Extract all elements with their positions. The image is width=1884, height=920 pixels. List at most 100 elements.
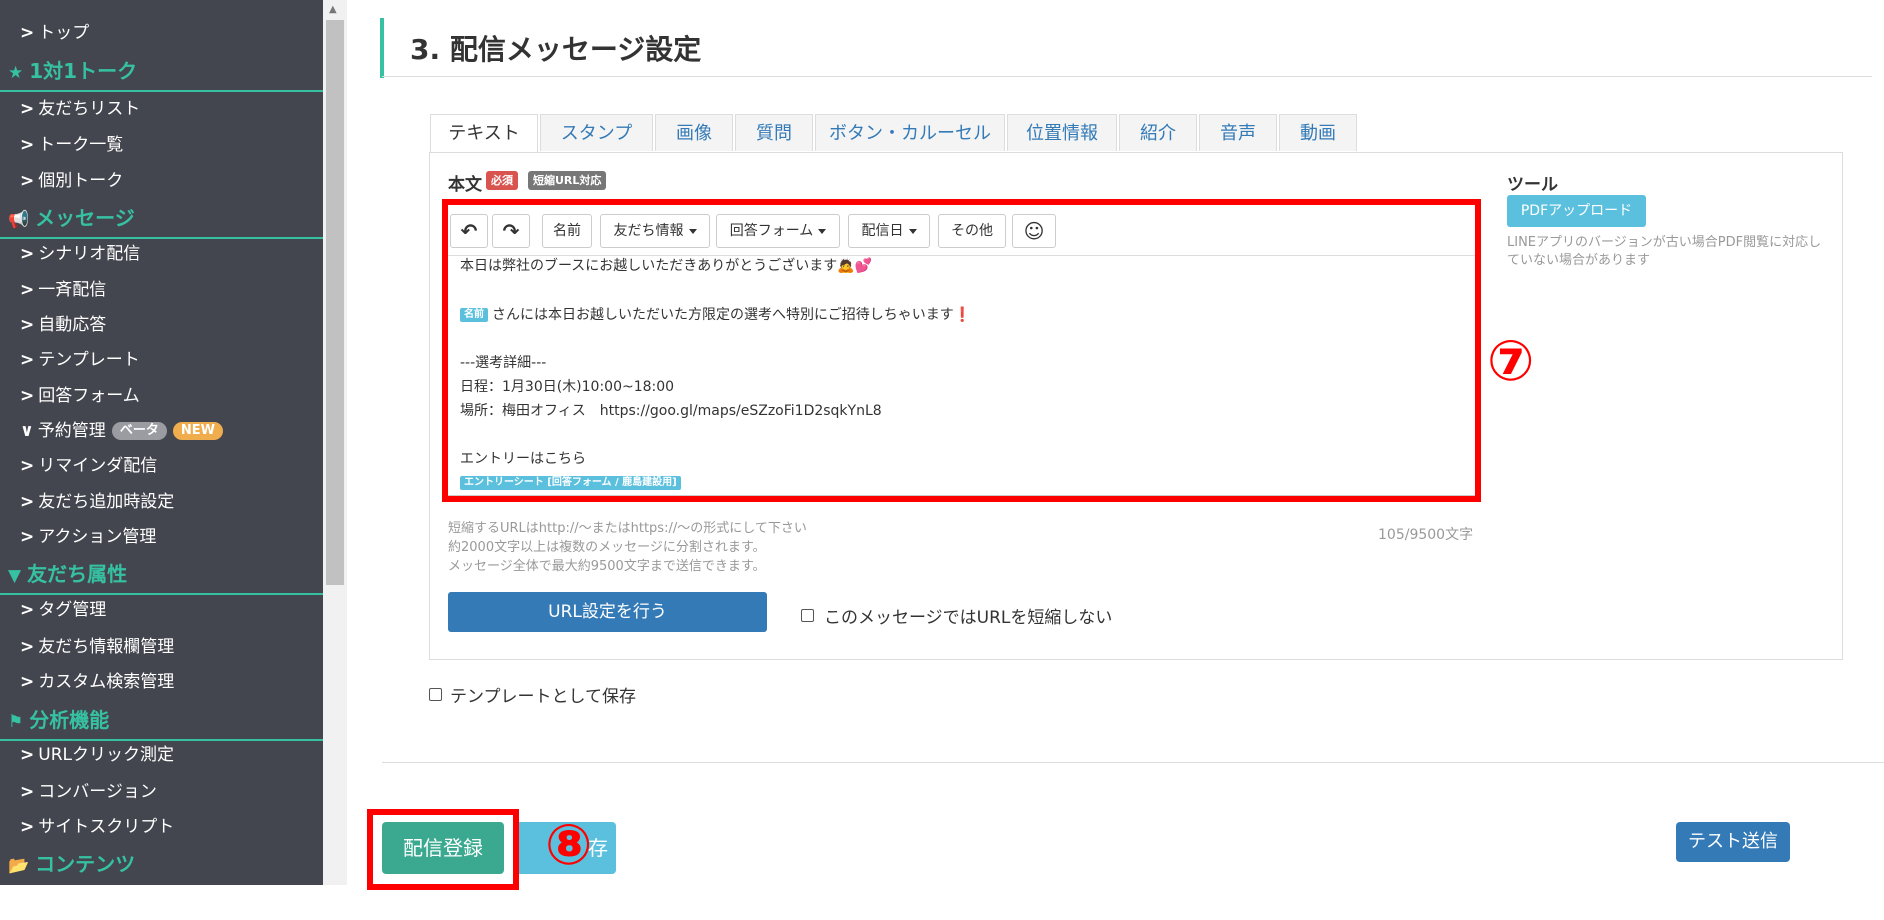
chevron-down-icon: ∨ (20, 421, 34, 441)
sidebar-item-6[interactable]: > シナリオ配信 (20, 243, 140, 265)
chevron-right-icon: > (20, 492, 35, 512)
chevron-right-icon: > (20, 456, 35, 476)
chevron-right-icon: > (20, 782, 35, 802)
sidebar-item-16[interactable]: > タグ管理 (20, 599, 106, 621)
sidebar-section-label: 友だち属性 (27, 562, 128, 586)
hint-line: 約2000文字以上は複数のメッセージに分割されます。 (448, 540, 766, 555)
sidebar-item-4[interactable]: > 個別トーク (20, 170, 123, 192)
sidebar-item-label: トーク一覧 (38, 135, 124, 155)
sidebar-section-divider (0, 90, 323, 92)
sidebar-item-label: アクション管理 (38, 527, 157, 547)
chevron-right-icon: > (20, 600, 35, 620)
sidebar-item-9[interactable]: > テンプレート (20, 349, 140, 371)
required-badge: 必須 (486, 171, 518, 190)
tools-title: ツール (1507, 175, 1558, 195)
no-shorten-checkbox[interactable] (801, 609, 814, 622)
sidebar-item-label: トップ (38, 23, 90, 43)
sidebar-item-3[interactable]: > トーク一覧 (20, 134, 123, 156)
chevron-right-icon: > (20, 817, 35, 837)
sidebar-section-1[interactable]: ★ 1対1トーク (8, 58, 137, 84)
chevron-right-icon: > (20, 315, 35, 335)
sidebar-item-0[interactable]: > トップ (20, 22, 89, 44)
tab-0[interactable]: テキスト (430, 114, 538, 153)
sidebar-item-12[interactable]: > リマインダ配信 (20, 455, 157, 477)
sidebar-item-8[interactable]: > 自動応答 (20, 314, 106, 336)
sidebar-item-14[interactable]: > アクション管理 (20, 526, 156, 548)
sidebar-item-label: 友だちリスト (38, 99, 141, 119)
sidebar-item-label: 友だち追加時設定 (38, 492, 175, 512)
highlight-box-submit (367, 809, 519, 890)
body-label: 本文 (448, 175, 482, 195)
chevron-right-icon: > (20, 244, 35, 264)
sidebar-item-label: 予約管理 (37, 421, 106, 441)
annotation-number-7: ⑦ (1487, 329, 1535, 394)
hint-line: メッセージ全体で最大約9500文字まで送信できます。 (448, 559, 766, 574)
chevron-right-icon: > (20, 637, 35, 657)
sidebar-item-label: 一斉配信 (38, 280, 107, 300)
tab-4[interactable]: ボタン・カルーセル (815, 114, 1005, 151)
megaphone-icon: 📢 (8, 210, 30, 230)
sidebar-item-label: 回答フォーム (38, 386, 140, 406)
sidebar-item-label: カスタム検索管理 (38, 672, 175, 692)
sidebar-item-13[interactable]: > 友だち追加時設定 (20, 491, 174, 513)
tab-6[interactable]: 紹介 (1119, 114, 1197, 151)
chevron-right-icon: > (20, 386, 35, 406)
sidebar-item-11[interactable]: ∨ 予約管理 ベータ NEW (20, 420, 223, 442)
sidebar-section-divider (0, 593, 323, 595)
folder-icon: 📂 (8, 856, 30, 876)
sidebar-item-label: タグ管理 (38, 600, 107, 620)
pdf-upload-button[interactable]: PDFアップロード (1507, 195, 1646, 227)
sidebar-item-17[interactable]: > 友だち情報欄管理 (20, 636, 174, 658)
sidebar-section-label: コンテンツ (35, 852, 136, 876)
save-template-checkbox[interactable] (429, 688, 442, 701)
no-shorten-label: このメッセージではURLを短縮しない (824, 608, 1113, 628)
chevron-right-icon: > (20, 527, 35, 547)
chevron-right-icon: > (20, 23, 35, 43)
sidebar-item-label: 自動応答 (38, 315, 107, 335)
sidebar-section-label: メッセージ (35, 206, 135, 230)
flag-icon: ⚑ (8, 712, 24, 732)
sidebar-section-15[interactable]: ▼ 友だち属性 (8, 561, 127, 587)
sidebar-item-7[interactable]: > 一斉配信 (20, 279, 106, 301)
sidebar-item-20[interactable]: > URLクリック測定 (20, 744, 174, 766)
chevron-right-icon: > (20, 171, 35, 191)
tab-1[interactable]: スタンプ (540, 114, 653, 151)
tab-8[interactable]: 動画 (1279, 114, 1357, 151)
scrollbar-thumb[interactable] (326, 20, 344, 585)
pdf-note: LINEアプリのバージョンが古い場合PDF閲覧に対応していない場合があります (1507, 235, 1822, 268)
sidebar-item-18[interactable]: > カスタム検索管理 (20, 671, 174, 693)
tab-5[interactable]: 位置情報 (1007, 114, 1117, 151)
test-send-button[interactable]: テスト送信 (1676, 822, 1790, 862)
hint-line: 短縮するURLはhttp://〜またはhttps://〜の形式にして下さい (448, 521, 807, 536)
chevron-right-icon: > (20, 280, 35, 300)
sidebar-item-10[interactable]: > 回答フォーム (20, 385, 140, 407)
chevron-right-icon: > (20, 135, 35, 155)
sidebar: > トップ ★ 1対1トーク > 友だちリスト > トーク一覧 > 個別トーク 📢 メッセージ > シナリ… (0, 0, 323, 885)
character-count: 105/9500文字 (1378, 527, 1474, 543)
sidebar-section-divider (0, 739, 323, 741)
chevron-right-icon: > (20, 99, 35, 119)
sidebar-item-22[interactable]: > サイトスクリプト (20, 816, 174, 838)
sidebar-item-label: テンプレート (38, 350, 140, 370)
sidebar-section-label: 1対1トーク (29, 59, 138, 83)
url-settings-button[interactable]: URL設定を行う (448, 592, 767, 632)
sidebar-item-label: リマインダ配信 (38, 456, 158, 476)
highlight-box-editor (442, 199, 1481, 502)
page-title: 3. 配信メッセージ設定 (410, 33, 702, 66)
sidebar-section-23[interactable]: 📂 コンテンツ (8, 851, 135, 877)
sidebar-item-2[interactable]: > 友だちリスト (20, 98, 140, 120)
sidebar-section-5[interactable]: 📢 メッセージ (8, 205, 135, 231)
sidebar-item-label: シナリオ配信 (38, 244, 141, 264)
tab-7[interactable]: 音声 (1199, 114, 1277, 151)
sidebar-item-label: 個別トーク (38, 171, 124, 191)
short-url-badge: 短縮URL対応 (528, 171, 607, 190)
sidebar-item-label: URLクリック測定 (38, 745, 174, 765)
sidebar-section-19[interactable]: ⚑ 分析機能 (8, 707, 109, 733)
sidebar-section-divider (0, 237, 323, 239)
sidebar-item-label: サイトスクリプト (38, 817, 175, 837)
scroll-up-icon[interactable]: ▲ (329, 4, 337, 15)
sidebar-item-21[interactable]: > コンバージョン (20, 781, 157, 803)
annotation-number-8: ⑧ (545, 813, 593, 878)
tab-2[interactable]: 画像 (655, 114, 733, 151)
tab-3[interactable]: 質問 (735, 114, 813, 151)
